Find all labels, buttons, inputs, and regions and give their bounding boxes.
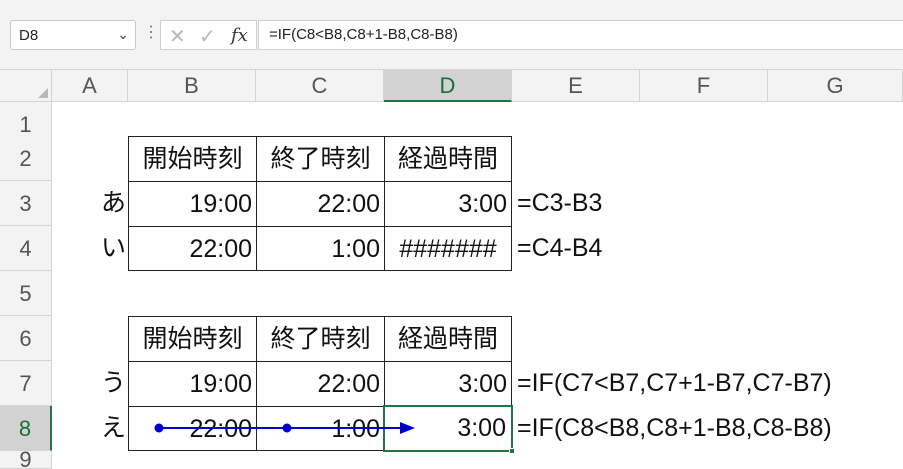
trace-arrow-head xyxy=(400,422,415,434)
trace-arrow-dot-b8 xyxy=(154,423,164,433)
trace-precedents-arrows xyxy=(154,422,415,434)
trace-arrow-dot-c8 xyxy=(282,423,292,433)
